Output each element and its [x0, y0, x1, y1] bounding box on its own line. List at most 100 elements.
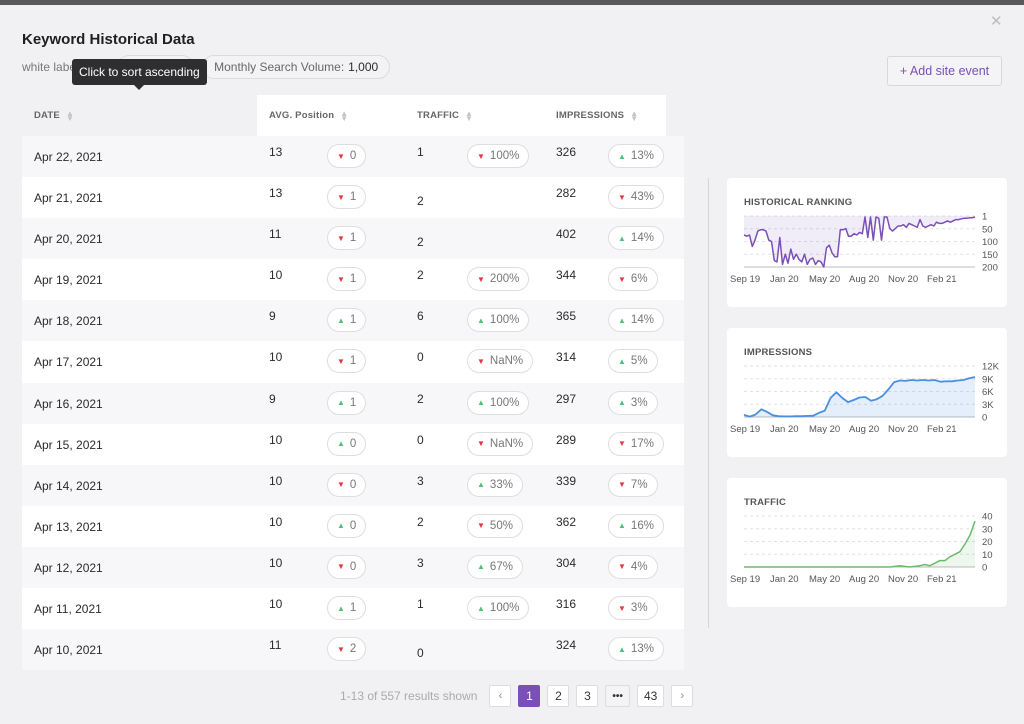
cell-date: Apr 11, 2021: [22, 588, 257, 629]
cell-traffic: 0 ▼ NaN%: [406, 341, 545, 382]
x-tick-label: Jan 20: [770, 574, 799, 585]
table-footer: 1-13 of 557 results shown ‹ 1 2 3 ••• 43…: [340, 684, 700, 708]
delta-value: 2: [349, 643, 357, 656]
impressions-change-badge: ▼ 17%: [608, 431, 664, 456]
impressions-value: 297: [556, 391, 577, 406]
impressions-change-badge: ▲ 5%: [608, 349, 658, 374]
impressions-value: 339: [556, 473, 577, 488]
cell-impressions: 362 ▲ 16%: [545, 506, 666, 547]
cell-impressions: 324 ▲ 13%: [545, 629, 666, 670]
delta-value: 67%: [489, 560, 513, 573]
table-body: Apr 22, 2021 13 ▼ 0 1 ▼ 100% 326 ▲ 13% Apr 21, 202…: [22, 136, 684, 671]
delta-value: 4%: [630, 560, 648, 573]
column-header-impressions[interactable]: IMPRESSIONS ▲ ▼: [545, 95, 666, 136]
cell-position: 10 ▼ 1: [257, 341, 406, 382]
traffic-value: 0: [417, 646, 424, 661]
impressions-value: 289: [556, 432, 577, 447]
traffic-change-badge: ▼ 50%: [467, 513, 523, 538]
traffic-value: 0: [417, 350, 424, 365]
delta-value: 3%: [630, 602, 648, 615]
arrow-down-icon: ▼: [618, 439, 626, 449]
delta-value: 1: [349, 314, 357, 327]
arrow-up-icon: ▲: [477, 480, 485, 490]
cell-date: Apr 21, 2021: [22, 177, 257, 218]
page-button[interactable]: 1: [518, 685, 541, 707]
window-top-bar: [0, 0, 1024, 5]
cell-traffic: 0: [406, 629, 545, 670]
impressions-value: 344: [556, 268, 577, 283]
impressions-change-badge: ▲ 13%: [608, 637, 664, 662]
arrow-up-icon: ▲: [618, 233, 626, 243]
table-row: Apr 17, 2021 10 ▼ 1 0 ▼ NaN% 314 ▲ 5%: [22, 341, 684, 383]
delta-value: 100%: [489, 314, 520, 327]
traffic-change-badge: ▲ 100%: [467, 390, 530, 415]
cell-position: 11 ▼ 1: [257, 218, 406, 259]
traffic-change-badge: ▼ NaN%: [467, 431, 534, 456]
x-tick-label: Nov 20: [888, 424, 918, 435]
next-page-button[interactable]: ›: [671, 685, 694, 707]
arrow-down-icon: ▼: [618, 562, 626, 572]
impressions-chart: 12K9K 6K 3K 0 Sep 19 Jan 20 May 20 Aug 20 Nov 20…: [730, 362, 1000, 436]
column-label: AVG. Position: [269, 110, 335, 121]
close-icon[interactable]: ✕: [990, 14, 1003, 29]
date-value: Apr 19, 2021: [34, 273, 103, 288]
cell-position: 10 ▼ 0: [257, 465, 406, 506]
pagination: ‹ 1 2 3 ••• 43 ›: [489, 685, 700, 707]
sort-icon: ▲ ▼: [340, 108, 349, 123]
cell-position: 10 ▲ 0: [257, 506, 406, 547]
page-button[interactable]: 43: [636, 685, 665, 707]
arrow-down-icon: ▼: [337, 151, 345, 161]
cell-impressions: 297 ▲ 3%: [545, 383, 666, 424]
date-value: Apr 17, 2021: [34, 355, 103, 370]
y-tick-label: 200: [982, 263, 998, 274]
traffic-value: 1: [417, 597, 424, 612]
date-value: Apr 11, 2021: [34, 602, 102, 617]
position-value: 13: [269, 186, 283, 201]
delta-value: 1: [349, 355, 357, 368]
impressions-value: 365: [556, 309, 577, 324]
cell-position: 9 ▲ 1: [257, 383, 406, 424]
date-value: Apr 10, 2021: [34, 643, 103, 658]
arrow-up-icon: ▲: [477, 562, 485, 572]
delta-value: 1: [349, 273, 357, 286]
traffic-value: 0: [417, 432, 424, 447]
page-ellipsis-button[interactable]: •••: [605, 685, 630, 707]
cell-position: 10 ▲ 0: [257, 424, 406, 465]
cell-impressions: 344 ▼ 6%: [545, 259, 666, 300]
traffic-change-badge: ▲ 33%: [467, 472, 523, 497]
add-site-event-button[interactable]: + Add site event: [887, 56, 1002, 86]
impressions-value: 362: [556, 514, 577, 529]
table-row: Apr 22, 2021 13 ▼ 0 1 ▼ 100% 326 ▲ 13%: [22, 136, 684, 178]
impressions-change-badge: ▲ 14%: [608, 308, 664, 333]
cell-traffic: 1 ▼ 100%: [406, 136, 545, 177]
cell-impressions: 304 ▼ 4%: [545, 547, 666, 588]
cell-date: Apr 10, 2021: [22, 629, 257, 670]
delta-value: 100%: [489, 150, 520, 162]
y-tick-label: 20: [982, 537, 993, 548]
x-tick-label: Nov 20: [888, 574, 918, 585]
cell-traffic: 2 ▼ 50%: [406, 506, 545, 547]
page-button[interactable]: 3: [576, 685, 599, 707]
position-value: 11: [269, 638, 282, 653]
column-header-avg-position[interactable]: AVG. Position ▲ ▼: [257, 95, 406, 136]
position-change-badge: ▼ 0: [327, 554, 367, 579]
column-header-date[interactable]: DATE ▲ ▼: [22, 95, 257, 136]
arrow-up-icon: ▲: [618, 398, 626, 408]
y-tick-label: 9K: [982, 374, 994, 385]
cell-traffic: 2: [406, 177, 545, 218]
prev-page-button[interactable]: ‹: [489, 685, 512, 707]
cell-impressions: 365 ▲ 14%: [545, 300, 666, 341]
x-tick-label: May 20: [809, 574, 840, 585]
arrow-down-icon: ▼: [477, 439, 485, 449]
delta-value: 13%: [630, 643, 654, 656]
arrow-up-icon: ▲: [618, 644, 626, 654]
page-button[interactable]: 2: [547, 685, 570, 707]
traffic-value: 3: [417, 473, 424, 488]
cell-traffic: 1 ▲ 100%: [406, 588, 545, 629]
column-header-traffic[interactable]: TRAFFIC ▲ ▼: [406, 95, 545, 136]
x-tick-label: May 20: [809, 274, 840, 285]
traffic-value: 2: [417, 235, 424, 250]
arrow-down-icon: ▼: [337, 644, 345, 654]
arrow-down-icon: ▼: [337, 192, 345, 202]
impressions-value: 402: [556, 227, 577, 242]
